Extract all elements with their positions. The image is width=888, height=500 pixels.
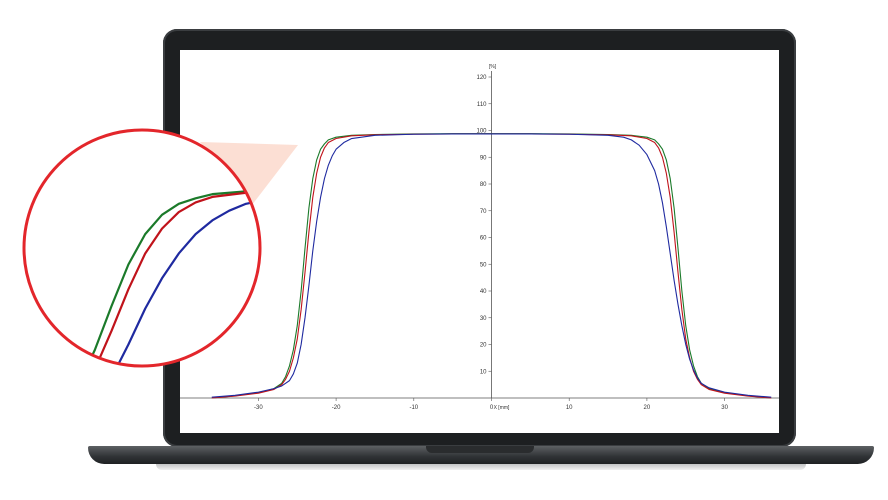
zoom-callout <box>22 128 298 368</box>
product-image: -30 -20 -10 0 10 20 30 10 20 30 40 50 60 70 80 90 100 110… <box>0 0 888 500</box>
